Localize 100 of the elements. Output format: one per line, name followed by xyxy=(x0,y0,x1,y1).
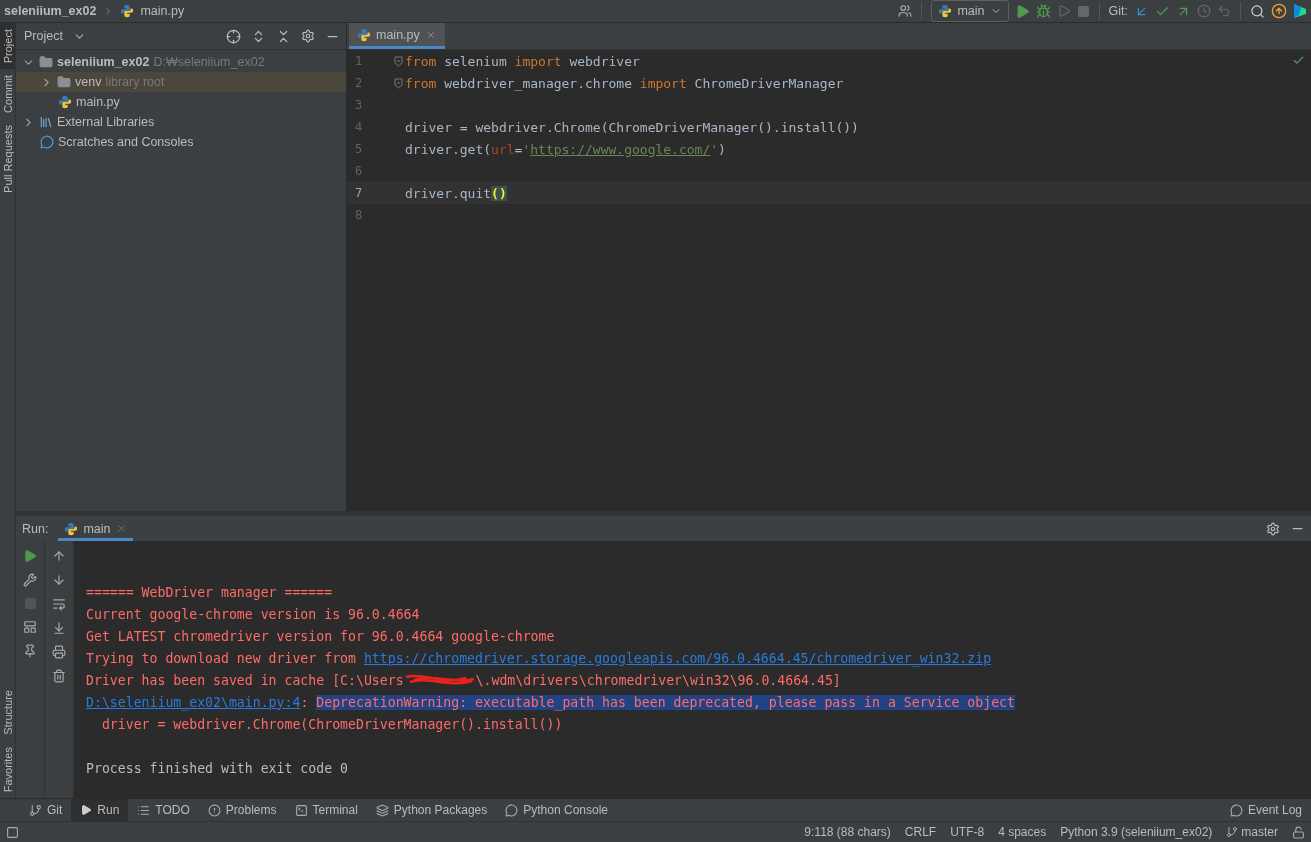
tree-label: Scratches and Consoles xyxy=(58,135,194,149)
tree-item[interactable]: Scratches and Consoles xyxy=(16,132,346,152)
wrap-icon[interactable] xyxy=(52,597,66,611)
line-number: 7 xyxy=(354,186,364,200)
status-item[interactable]: 9:118 (88 chars) xyxy=(804,825,891,839)
fold-marker-icon[interactable] xyxy=(393,77,403,89)
scratches-icon xyxy=(40,135,54,149)
event-log-button[interactable]: Event Log xyxy=(1220,799,1311,821)
play-icon xyxy=(80,804,93,816)
pin-icon[interactable] xyxy=(23,644,37,658)
branch-icon xyxy=(1226,826,1239,838)
list-icon xyxy=(137,803,151,817)
terminal-icon xyxy=(294,803,308,817)
file-breadcrumb[interactable]: main.py xyxy=(140,4,185,18)
status-item[interactable]: 4 spaces xyxy=(998,825,1047,839)
tree-hint: D:₩seleniium_ex02 xyxy=(153,55,265,69)
folder-icon xyxy=(57,75,71,89)
users-icon[interactable] xyxy=(898,4,913,18)
console-text: : xyxy=(300,694,310,710)
code-line: driver.quit() xyxy=(405,185,507,201)
close-icon[interactable] xyxy=(115,523,127,534)
tool-window-tab[interactable]: Problems xyxy=(198,799,286,821)
console-text: driver = webdriver.Chrome(ChromeDriverManager().install()) xyxy=(100,716,563,732)
git-label: Git: xyxy=(1108,4,1128,18)
side-tab[interactable]: Project xyxy=(0,23,15,70)
code-line: from selenium import webdriver xyxy=(405,53,640,69)
side-tab[interactable]: Pull Requests xyxy=(0,119,15,199)
debug-icon[interactable] xyxy=(1035,3,1051,19)
branch-icon xyxy=(29,803,42,817)
run-config-dropdown[interactable]: main xyxy=(931,0,1009,22)
arrow-up-icon[interactable] xyxy=(52,549,66,563)
status-item[interactable]: UTF-8 xyxy=(950,825,985,839)
tree-label: venv xyxy=(75,75,102,89)
console-text: \.wdm\drivers\chromedriver\win32\96.0.4664.45] xyxy=(475,672,841,688)
run-icon[interactable] xyxy=(23,549,37,563)
layers-icon xyxy=(375,803,389,817)
update-icon[interactable] xyxy=(1271,3,1287,19)
line-number: 1 xyxy=(354,54,364,68)
console-text: Driver has been saved in cache [C:\Users xyxy=(86,672,404,688)
tree-item[interactable]: External Libraries xyxy=(16,112,346,132)
console-text: Process finished with exit code 0 xyxy=(86,760,348,776)
panel-title[interactable]: Project xyxy=(24,29,63,43)
print-icon[interactable] xyxy=(52,645,66,659)
layout-icon[interactable] xyxy=(23,620,37,634)
status-item[interactable]: CRLF xyxy=(904,825,937,839)
console-text: ====== WebDriver manager ====== xyxy=(86,584,333,600)
trash-icon[interactable] xyxy=(52,669,66,683)
arrow-down-icon[interactable] xyxy=(52,573,66,587)
tree-item[interactable]: venv library root xyxy=(16,72,346,92)
code-line: driver = webdriver.Chrome(ChromeDriverManager().install()) xyxy=(405,119,859,135)
branch-widget[interactable]: master xyxy=(1226,825,1278,839)
tree-label: seleniium_ex02 xyxy=(57,55,150,69)
line-number: 6 xyxy=(354,164,364,178)
project-breadcrumb[interactable]: seleniium_ex02 xyxy=(4,4,97,18)
library-icon xyxy=(39,115,53,129)
locate-icon[interactable] xyxy=(226,28,241,44)
tree-hint: library root xyxy=(105,75,165,89)
line-number: 3 xyxy=(354,98,364,112)
event-log-icon xyxy=(1229,803,1243,817)
alert-icon xyxy=(207,803,221,817)
tool-window-tab[interactable]: Python Console xyxy=(496,799,617,821)
side-tab[interactable]: Structure xyxy=(0,684,15,741)
run-label: Run: xyxy=(22,521,49,536)
settings-icon[interactable] xyxy=(301,29,315,43)
code-line: from webdriver_manager.chrome import ChromeDriverManager xyxy=(405,75,844,91)
search-icon[interactable] xyxy=(1250,3,1265,19)
tool-window-tab[interactable]: TODO xyxy=(128,799,199,821)
side-tab[interactable]: Commit xyxy=(0,69,15,120)
console-text: DeprecationWarning: executable_path has been deprecated, please pass in a Service object xyxy=(316,694,1015,710)
tool-window-tab[interactable]: Run xyxy=(71,799,129,821)
run-config-label: main xyxy=(957,4,985,18)
tree-item[interactable]: main.py xyxy=(16,92,346,112)
side-tab[interactable]: Favorites xyxy=(0,740,15,798)
scroll-to-end-icon[interactable] xyxy=(52,621,66,635)
logo-icon[interactable] xyxy=(1293,3,1307,19)
console-text: Current google-chrome version is 96.0.4664 xyxy=(86,606,420,622)
tree-label: External Libraries xyxy=(57,115,155,129)
tree-item[interactable]: seleniium_ex02 D:₩seleniium_ex02 xyxy=(16,52,346,72)
check-icon xyxy=(1292,54,1305,67)
line-number: 5 xyxy=(354,142,364,156)
wrench-icon[interactable] xyxy=(23,573,37,587)
console-text: Trying to download new driver from xyxy=(86,650,357,666)
panel-toggle-icon[interactable] xyxy=(6,825,19,839)
tool-window-tab[interactable]: Terminal xyxy=(285,799,367,821)
console-link[interactable]: D:\seleniium_ex02\main.py:4 xyxy=(86,694,301,710)
line-number: 4 xyxy=(354,120,364,134)
lock-icon[interactable] xyxy=(1292,825,1305,839)
tool-window-tab[interactable]: Python Packages xyxy=(366,799,497,821)
code-line: driver.get(url='https://www.google.com/') xyxy=(405,141,726,157)
folder-icon xyxy=(39,55,53,69)
editor-tab[interactable]: main.py xyxy=(349,23,445,49)
run-icon[interactable] xyxy=(1014,3,1030,19)
tool-window-tab[interactable]: Git xyxy=(20,799,72,821)
console-link[interactable]: https://chromedriver.storage.googleapis.com/96.0.4664.45/chromedriver_win32.zip xyxy=(363,650,992,666)
console-text: Get LATEST chromedriver version for 96.0.4664 google-chrome xyxy=(86,628,555,644)
tree-label: main.py xyxy=(76,95,120,109)
fold-marker-icon[interactable] xyxy=(393,55,403,67)
status-item[interactable]: Python 3.9 (seleniium_ex02) xyxy=(1060,825,1213,839)
settings-icon[interactable] xyxy=(1266,521,1280,536)
line-number: 2 xyxy=(354,76,364,90)
